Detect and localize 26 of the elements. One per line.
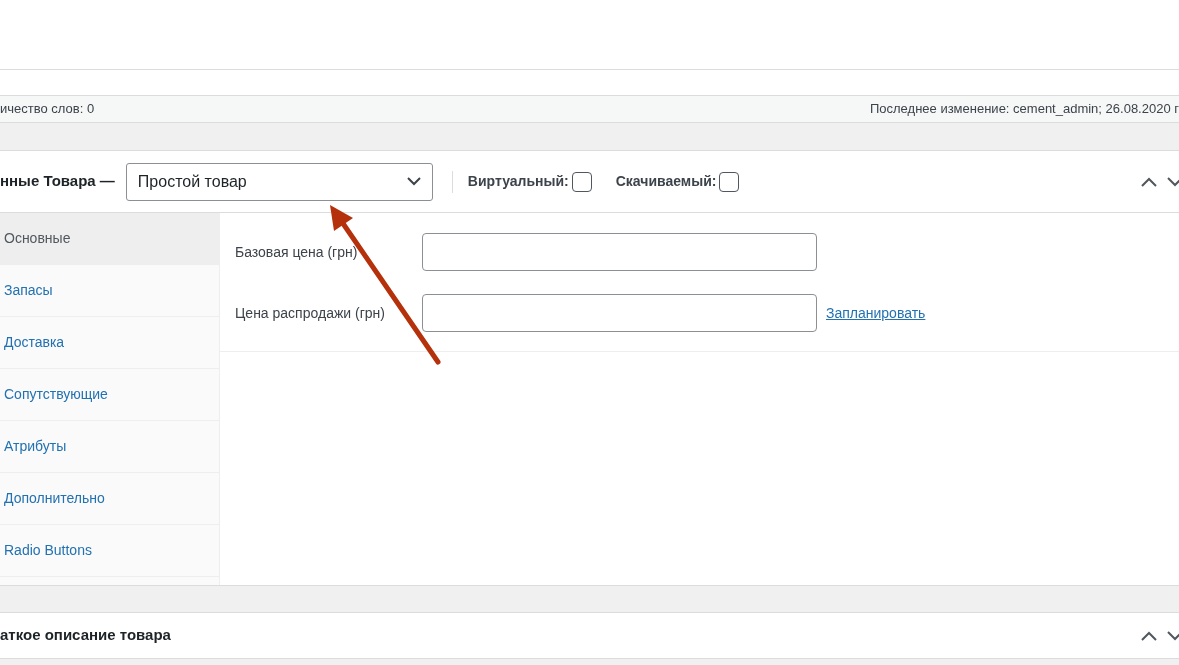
chevron-down-icon — [1167, 630, 1179, 641]
field-label: Базовая цена (грн) — [235, 242, 359, 262]
price-input[interactable] — [422, 233, 817, 271]
virtual-label: Виртуальный: — [467, 172, 569, 191]
tab[interactable]: Radio Buttons — [0, 525, 219, 577]
tab[interactable]: Запасы — [0, 265, 219, 317]
chevron-down-icon — [1167, 176, 1179, 187]
tab[interactable]: Доставка — [0, 317, 219, 369]
field-label: Цена распродажи (грн) — [235, 303, 386, 323]
product-type-select[interactable]: Простой товар — [125, 162, 433, 201]
schedule-link[interactable]: Запланировать — [826, 302, 926, 324]
tab[interactable]: Дополнительно — [0, 473, 219, 525]
panel-title: нные Товара — — [0, 171, 115, 192]
last-edit-info: Последнее изменение: cement_admin; 26.08.2020 г — [869, 100, 1179, 119]
downloadable-label: Скачиваемый: — [615, 172, 717, 191]
tab[interactable]: Основные — [0, 213, 219, 265]
price-input[interactable] — [422, 294, 817, 332]
chevron-up-icon — [1141, 176, 1157, 187]
virtual-checkbox[interactable] — [571, 171, 592, 192]
chevron-down-icon — [406, 177, 421, 186]
downloadable-checkbox[interactable] — [719, 171, 740, 192]
panel-title: аткое описание товара — [0, 625, 171, 646]
tab[interactable]: Сопутствующие — [0, 369, 219, 421]
tab[interactable]: Атрибуты — [0, 421, 219, 473]
word-count: ичество слов: 0 — [0, 100, 95, 119]
chevron-up-icon — [1141, 630, 1157, 641]
